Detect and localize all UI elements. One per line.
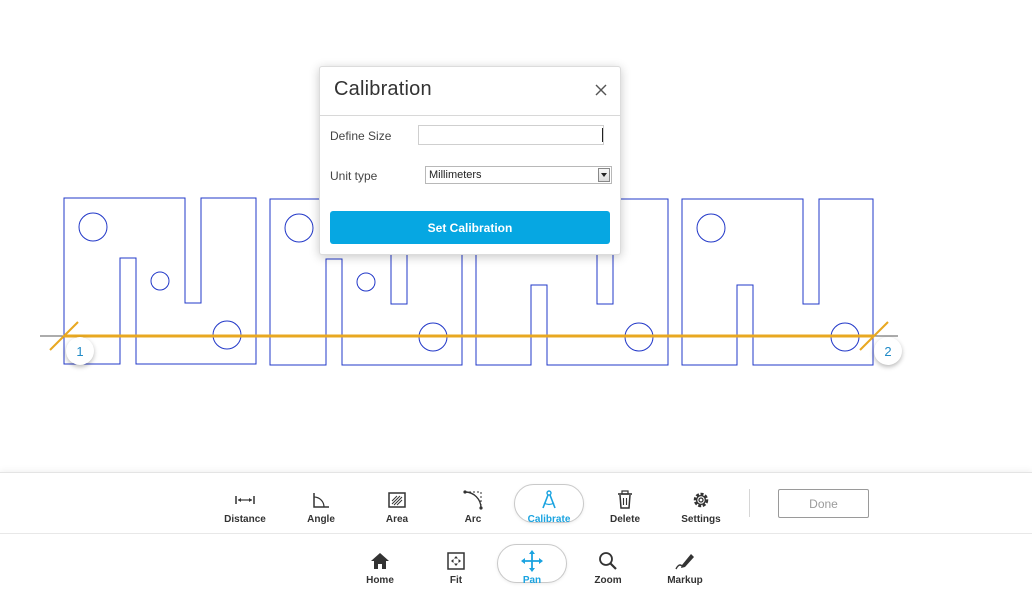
text-caret (602, 128, 603, 142)
pan-label: Pan (522, 575, 542, 586)
gear-icon (666, 489, 736, 511)
markup-tool[interactable]: Markup (650, 548, 720, 588)
markup-label: Markup (667, 575, 703, 586)
delete-label: Delete (609, 514, 640, 525)
dialog-header: Calibration (320, 67, 620, 116)
part-2-hole-top (284, 213, 314, 243)
point-label-2: 2 (884, 343, 892, 359)
area-tool[interactable]: Area (362, 487, 432, 527)
toolbar-separator (749, 489, 750, 517)
angle-tool[interactable]: Angle (286, 487, 356, 527)
markup-icon (650, 550, 720, 572)
set-calibration-button[interactable]: Set Calibration (330, 211, 610, 244)
home-label: Home (366, 575, 394, 586)
delete-tool[interactable]: Delete (590, 487, 660, 527)
home-icon (345, 550, 415, 572)
zoom-label: Zoom (594, 575, 622, 586)
settings-label: Settings (681, 514, 721, 525)
unit-type-value: Millimeters (429, 169, 482, 181)
unit-type-label: Unit type (330, 169, 378, 183)
define-size-input[interactable] (418, 125, 604, 145)
part-1-hole-small (150, 271, 170, 291)
arc-label: Arc (464, 514, 482, 525)
angle-label: Angle (307, 514, 335, 525)
zoom-icon (573, 550, 643, 572)
calibrate-tool[interactable]: Calibrate (514, 487, 584, 527)
part-outline-4 (681, 198, 874, 366)
calibration-point-2[interactable]: 2 (874, 337, 902, 365)
navigation-toolbar: Home Fit Pan Zoom Markup (0, 533, 1032, 593)
close-icon[interactable] (594, 83, 608, 97)
define-size-label: Define Size (330, 129, 392, 143)
settings-tool[interactable]: Settings (666, 487, 736, 527)
angle-icon (286, 489, 356, 511)
distance-icon (210, 489, 280, 511)
fit-label: Fit (449, 575, 463, 586)
point-label-1: 1 (76, 343, 84, 359)
part-outline-1 (63, 197, 257, 365)
calibrate-icon (514, 489, 584, 511)
distance-label: Distance (224, 514, 266, 525)
arc-tool[interactable]: Arc (438, 487, 508, 527)
calibration-point-1[interactable]: 1 (66, 337, 94, 365)
area-icon (362, 489, 432, 511)
distance-tool[interactable]: Distance (210, 487, 280, 527)
fit-tool[interactable]: Fit (421, 548, 491, 588)
calibration-dialog: Calibration Define Size Unit type Millim… (319, 66, 621, 255)
pan-icon (497, 550, 567, 572)
part-1-hole-top (78, 212, 108, 242)
part-4-hole-top (696, 213, 726, 243)
pan-tool[interactable]: Pan (497, 548, 567, 588)
arc-icon (438, 489, 508, 511)
trash-icon (590, 489, 660, 511)
fit-icon (421, 550, 491, 572)
zoom-tool[interactable]: Zoom (573, 548, 643, 588)
home-tool[interactable]: Home (345, 548, 415, 588)
drawing-viewer[interactable]: 1 2 Calibration Define Size Unit type Mi… (0, 0, 1032, 472)
part-2-hole-small (356, 272, 376, 292)
dialog-title: Calibration (334, 78, 432, 100)
area-label: Area (385, 514, 409, 525)
calibrate-label: Calibrate (527, 514, 571, 525)
dropdown-arrow-icon[interactable] (598, 168, 610, 182)
unit-type-select[interactable]: Millimeters (425, 166, 612, 184)
done-button[interactable]: Done (778, 489, 869, 518)
measure-toolbar: Distance Angle Area Arc Calibrate Delete (0, 472, 1032, 534)
